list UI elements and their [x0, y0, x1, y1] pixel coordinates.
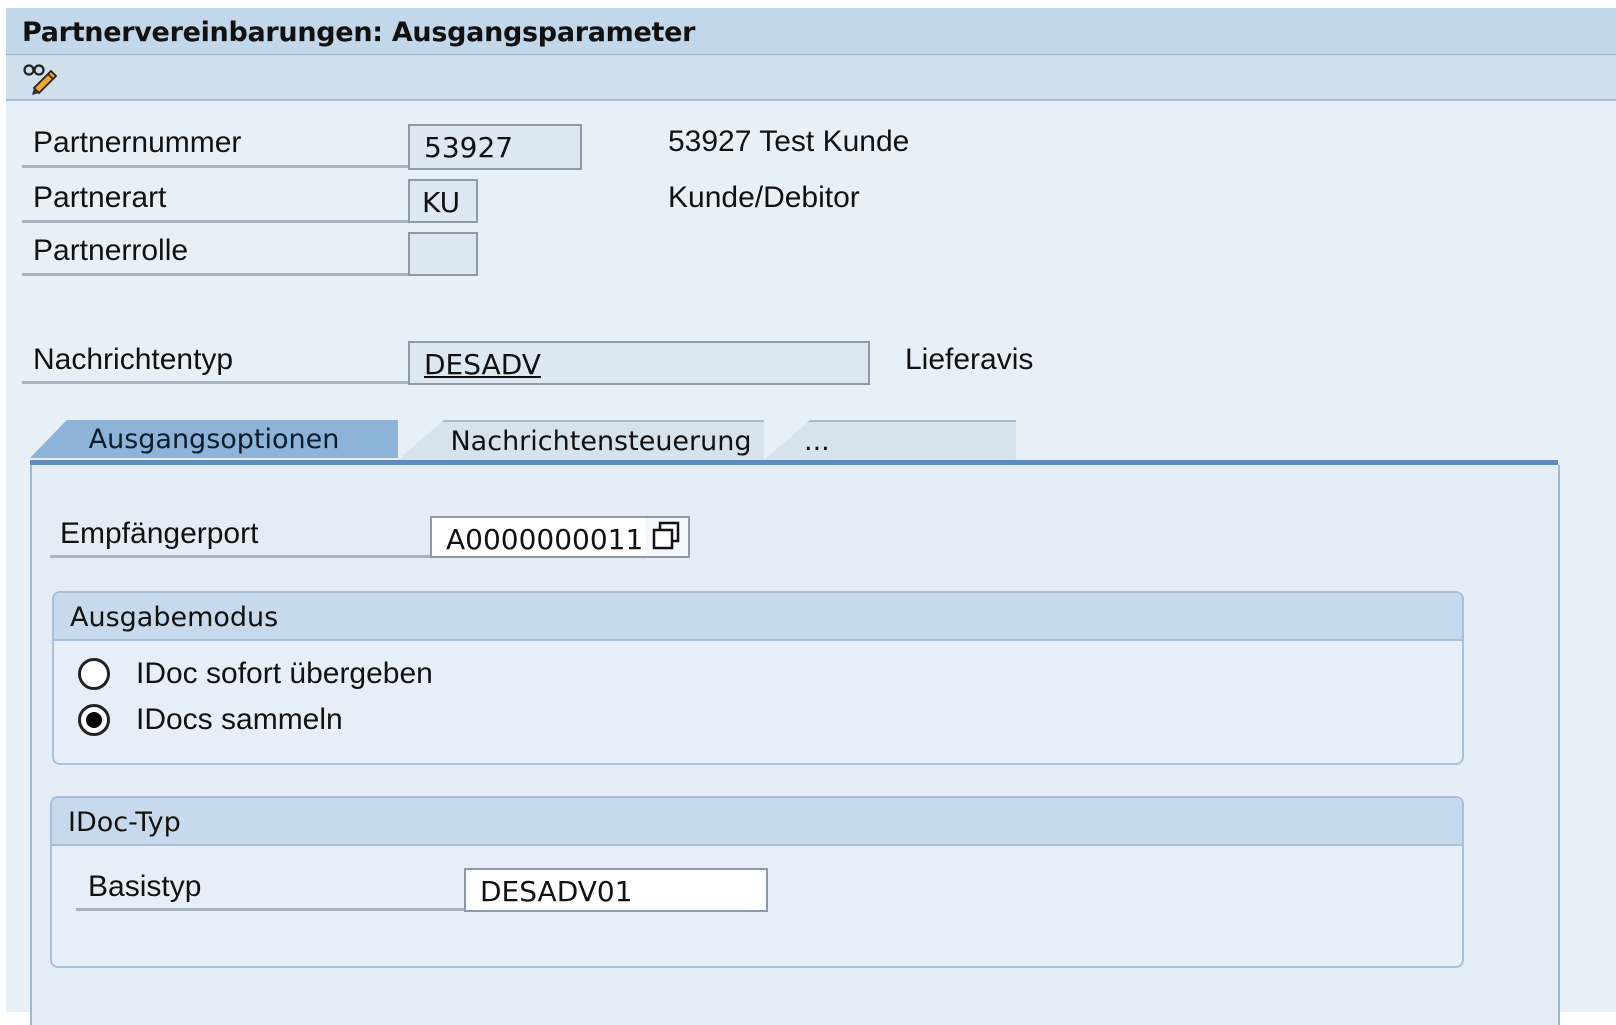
idoc-typ-title: IDoc-Typ: [52, 798, 1462, 846]
partnernummer-label: Partnernummer: [33, 126, 242, 159]
empfaengerport-field[interactable]: A0000000011: [430, 516, 648, 558]
ausgabemodus-group: Ausgabemodus IDoc sofort übergeben IDocs…: [52, 591, 1464, 765]
tab-nachrichtensteuerung[interactable]: Nachrichtensteuerung: [398, 420, 764, 460]
radio-idoc-sofort-label: IDoc sofort übergeben: [136, 657, 433, 690]
basistyp-label: Basistyp: [88, 870, 202, 903]
radio-idocs-sammeln-label: IDocs sammeln: [136, 703, 343, 736]
empfaengerport-underline: [50, 555, 434, 558]
tab-label: ...: [804, 426, 830, 457]
radio-idoc-sofort[interactable]: [78, 658, 110, 690]
partnerart-description: Kunde/Debitor: [668, 181, 860, 214]
tab-label: Nachrichtensteuerung: [450, 426, 752, 457]
nachrichtentyp-label: Nachrichtentyp: [33, 343, 234, 376]
tab-more[interactable]: ...: [764, 420, 1016, 460]
partnerrolle-underline: [22, 273, 410, 276]
nachrichtentyp-description: Lieferavis: [905, 343, 1034, 376]
copy-windows-icon[interactable]: [646, 516, 690, 558]
partnerart-field[interactable]: KU: [408, 179, 478, 223]
radio-idocs-sammeln[interactable]: [78, 704, 110, 736]
partnernummer-underline: [22, 165, 410, 168]
partnerrolle-label: Partnerrolle: [33, 234, 189, 267]
sap-window: Partnervereinbarungen: Ausgangsparameter…: [6, 8, 1616, 1025]
radio-selected-dot: [86, 712, 102, 728]
basistyp-underline: [76, 908, 466, 911]
partnerart-label: Partnerart: [33, 181, 167, 214]
glasses-pencil-icon[interactable]: [20, 60, 58, 95]
partnerart-underline: [22, 220, 410, 223]
tab-label: Ausgangsoptionen: [88, 424, 340, 455]
application-toolbar: [6, 55, 1616, 101]
partnerrolle-field[interactable]: [408, 232, 478, 276]
title-bar: Partnervereinbarungen: Ausgangsparameter: [6, 8, 1616, 55]
partnernummer-field[interactable]: 53927: [408, 124, 582, 170]
empfaengerport-label: Empfängerport: [60, 517, 259, 550]
tab-ausgangsoptionen[interactable]: Ausgangsoptionen: [30, 420, 398, 458]
ausgabemodus-title: Ausgabemodus: [54, 593, 1462, 641]
basistyp-field[interactable]: DESADV01: [464, 868, 768, 912]
tab-panel-ausgangsoptionen: Empfängerport A0000000011 Ausgabemodus I…: [30, 465, 1560, 1025]
idoc-typ-group: IDoc-Typ Basistyp DESADV01: [50, 796, 1464, 968]
nachrichtentyp-field[interactable]: DESADV: [408, 341, 870, 385]
nachrichtentyp-underline: [22, 381, 410, 384]
window-title: Partnervereinbarungen: Ausgangsparameter: [22, 17, 696, 48]
partnernummer-description: 53927 Test Kunde: [668, 125, 910, 158]
